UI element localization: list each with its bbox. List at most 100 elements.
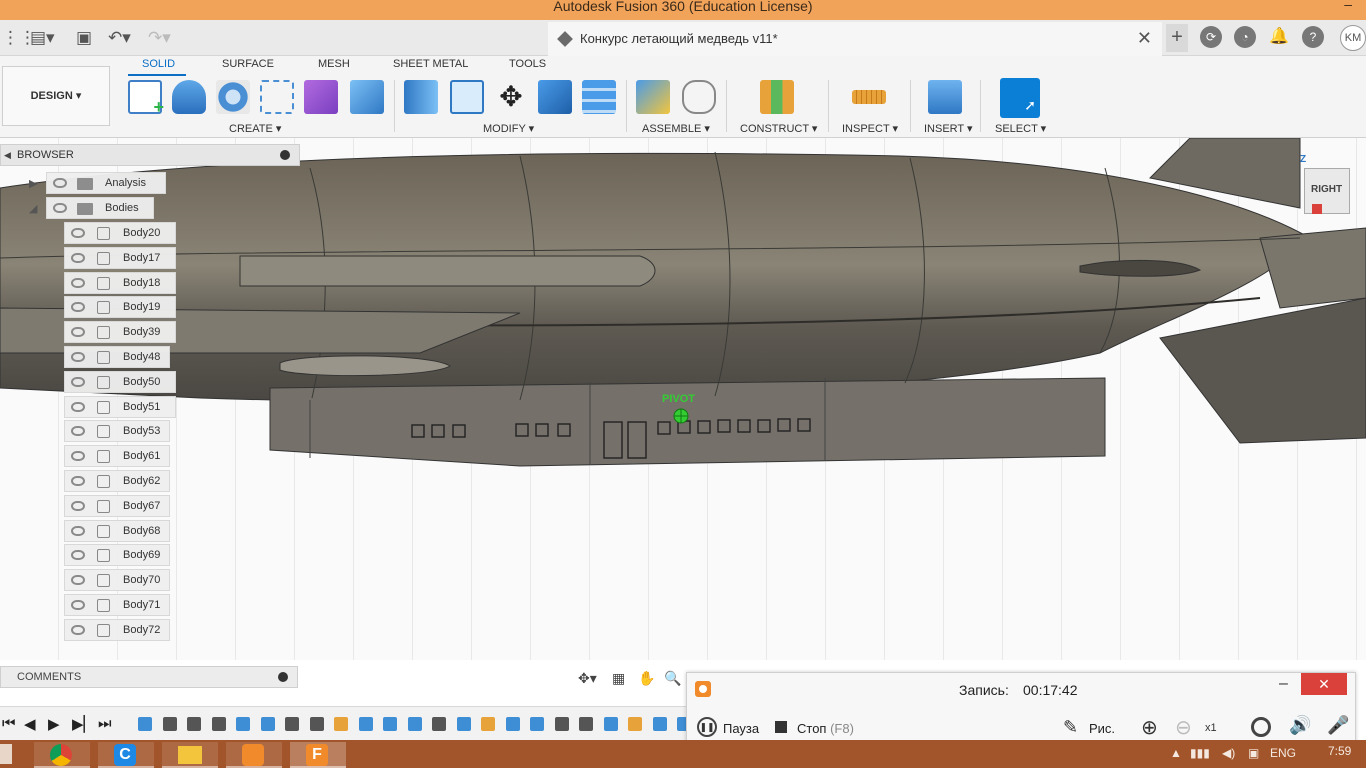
visibility-eye-icon[interactable] bbox=[71, 228, 85, 238]
browser-options-icon[interactable] bbox=[280, 150, 290, 160]
tree-body-item[interactable]: Body18 bbox=[64, 271, 176, 294]
timeline-feature-icon[interactable] bbox=[603, 717, 618, 731]
stop-icon[interactable] bbox=[775, 721, 787, 733]
timeline-feature-icon[interactable] bbox=[162, 717, 177, 731]
language-indicator[interactable]: ENG bbox=[1270, 746, 1296, 760]
timeline-feature-icon[interactable] bbox=[456, 717, 471, 731]
visibility-eye-icon[interactable] bbox=[71, 575, 85, 586]
orbit-icon[interactable]: ✥▾ bbox=[578, 670, 597, 687]
timeline-feature-icon[interactable] bbox=[432, 717, 446, 731]
timeline-feature-icon[interactable] bbox=[285, 717, 299, 731]
combine-icon[interactable] bbox=[538, 80, 572, 114]
visibility-eye-icon[interactable] bbox=[71, 500, 85, 511]
timeline-feature-icon[interactable] bbox=[138, 717, 152, 731]
visibility-eye-icon[interactable] bbox=[71, 600, 85, 610]
webcam-icon[interactable] bbox=[1251, 717, 1271, 737]
visibility-eye-icon[interactable] bbox=[53, 203, 67, 213]
visibility-eye-icon[interactable] bbox=[71, 451, 85, 462]
file-icon[interactable]: ▤▾ bbox=[30, 28, 55, 48]
create-sketch-icon[interactable]: + bbox=[128, 80, 164, 117]
user-avatar[interactable]: KM bbox=[1340, 25, 1366, 51]
help-icon[interactable]: ? bbox=[1302, 26, 1324, 48]
workspace-switcher[interactable]: DESIGN ▾ bbox=[2, 66, 110, 126]
select-menu[interactable]: SELECT ▾ bbox=[995, 122, 1046, 135]
close-tab-button[interactable]: ✕ bbox=[1137, 28, 1152, 49]
move-icon[interactable]: ✥ bbox=[494, 80, 528, 114]
tab-sheet-metal[interactable]: SHEET METAL bbox=[393, 58, 468, 70]
fillet-icon[interactable] bbox=[450, 80, 484, 114]
timeline-feature-icon[interactable] bbox=[530, 717, 544, 731]
timeline-feature-icon[interactable] bbox=[579, 717, 593, 731]
visibility-eye-icon[interactable] bbox=[71, 624, 85, 635]
form-icon[interactable] bbox=[304, 80, 338, 114]
add-comment-icon[interactable] bbox=[278, 672, 288, 682]
collapse-browser-icon[interactable]: ◀ bbox=[4, 150, 11, 161]
pause-icon[interactable]: ❚❚ bbox=[697, 717, 717, 737]
tree-body-item[interactable]: Body17 bbox=[64, 246, 176, 269]
construct-menu[interactable]: CONSTRUCT ▾ bbox=[740, 122, 817, 135]
tab-tools[interactable]: TOOLS bbox=[509, 58, 546, 70]
taskbar-recorder[interactable] bbox=[226, 742, 282, 768]
revolve-icon[interactable] bbox=[216, 80, 250, 114]
redo-icon[interactable]: ↷▾ bbox=[148, 28, 171, 48]
timeline-feature-icon[interactable] bbox=[236, 717, 250, 731]
recorder-close-button[interactable]: ✕ bbox=[1301, 673, 1347, 695]
tree-body-item[interactable]: Body68 bbox=[64, 519, 170, 542]
timeline-feature-icon[interactable] bbox=[260, 717, 275, 731]
document-tab[interactable]: Конкурс летающий медведь v11* ✕ bbox=[548, 22, 1162, 56]
visibility-eye-icon[interactable] bbox=[71, 277, 85, 288]
zoom-in-icon[interactable]: ⊕ bbox=[1141, 715, 1158, 740]
zoom-out-icon[interactable]: ⊖ bbox=[1175, 715, 1192, 740]
tree-body-item[interactable]: Body71 bbox=[64, 594, 170, 616]
clock[interactable]: 7:59 bbox=[1328, 744, 1351, 758]
timeline-feature-icon[interactable] bbox=[187, 717, 201, 731]
joint-icon[interactable] bbox=[682, 80, 716, 114]
minimize-button[interactable]: – bbox=[1344, 0, 1352, 12]
zoom-icon[interactable]: 🔍 bbox=[664, 670, 681, 687]
pencil-icon[interactable]: ✎ bbox=[1063, 717, 1078, 738]
timeline-feature-icon[interactable] bbox=[383, 717, 397, 731]
press-pull-icon[interactable] bbox=[404, 80, 438, 114]
inspect-menu[interactable]: INSPECT ▾ bbox=[842, 122, 898, 135]
visibility-eye-icon[interactable] bbox=[71, 252, 85, 263]
comments-panel-header[interactable]: COMMENTS bbox=[0, 666, 298, 688]
assemble-menu[interactable]: ASSEMBLE ▾ bbox=[642, 122, 710, 135]
taskbar-explorer[interactable] bbox=[162, 742, 218, 768]
job-status-icon[interactable]: ◔ bbox=[1234, 26, 1256, 48]
tree-body-item[interactable]: Body61 bbox=[64, 445, 170, 468]
tree-body-item[interactable]: Body70 bbox=[64, 569, 170, 592]
browser-panel-header[interactable]: ◀ BROWSER bbox=[0, 144, 300, 166]
extrude-icon[interactable] bbox=[172, 80, 206, 114]
tab-solid[interactable]: SOLID bbox=[142, 58, 175, 70]
visibility-eye-icon[interactable] bbox=[71, 476, 85, 486]
recorder-minimize-button[interactable]: – bbox=[1279, 675, 1288, 693]
speaker-icon[interactable]: 🔊 bbox=[1289, 715, 1311, 736]
tab-mesh[interactable]: MESH bbox=[318, 58, 350, 70]
new-component-icon[interactable] bbox=[636, 80, 670, 114]
3d-viewport[interactable]: PIVOT RIGHT Z bbox=[0, 138, 1366, 660]
taskbar-ccleaner[interactable]: C bbox=[98, 742, 154, 768]
timeline-feature-icon[interactable] bbox=[407, 717, 422, 731]
timeline-feature-icon[interactable] bbox=[652, 717, 667, 731]
taskbar-fusion[interactable]: F bbox=[290, 742, 346, 768]
tab-surface[interactable]: SURFACE bbox=[222, 58, 274, 70]
action-center-icon[interactable]: ▣ bbox=[1248, 746, 1259, 760]
timeline-feature-icon[interactable] bbox=[481, 717, 495, 731]
tree-folder-bodies[interactable]: ◢ Bodies bbox=[29, 197, 154, 219]
expand-arrow-icon[interactable]: ▶ bbox=[29, 177, 37, 190]
taskbar-chrome[interactable] bbox=[34, 742, 90, 768]
timeline-feature-icon[interactable] bbox=[211, 717, 226, 731]
modify-menu[interactable]: MODIFY ▾ bbox=[483, 122, 534, 135]
tree-body-item[interactable]: Body48 bbox=[64, 346, 170, 368]
network-icon[interactable]: ▮▮▮ bbox=[1190, 746, 1210, 760]
go-to-start-icon[interactable]: ⏮ bbox=[2, 715, 16, 732]
microphone-icon[interactable]: 🎤 bbox=[1327, 715, 1349, 736]
timeline-feature-icon[interactable] bbox=[505, 717, 520, 731]
go-to-end-icon[interactable]: ⏭ bbox=[98, 715, 112, 732]
draw-button[interactable]: Рис. bbox=[1089, 721, 1115, 736]
split-body-icon[interactable] bbox=[582, 80, 616, 114]
visibility-eye-icon[interactable] bbox=[71, 550, 85, 561]
tree-body-item[interactable]: Body19 bbox=[64, 296, 176, 319]
volume-icon[interactable]: ◀) bbox=[1222, 746, 1235, 760]
tree-folder-analysis[interactable]: ▶ Analysis bbox=[29, 172, 166, 194]
